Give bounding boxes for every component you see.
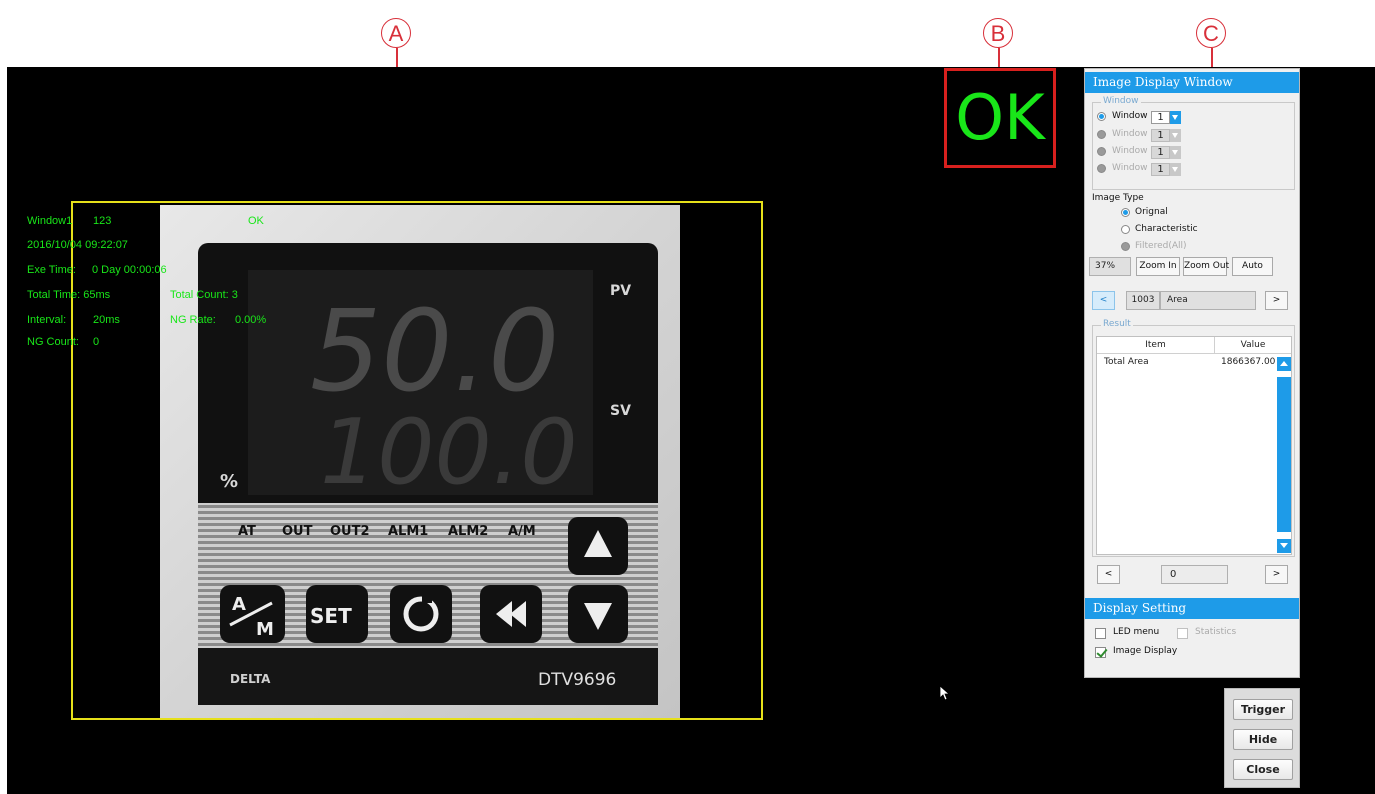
mouse-cursor-icon xyxy=(940,686,950,701)
result-header-item: Item xyxy=(1097,337,1215,354)
tool-next-button[interactable]: > xyxy=(1265,291,1288,310)
result-group-legend: Result xyxy=(1101,319,1133,329)
roi-rectangle[interactable] xyxy=(71,201,763,720)
image-type-radio-original[interactable] xyxy=(1121,208,1130,217)
stats-window-label: Window1 xyxy=(27,215,73,227)
zoom-out-button[interactable]: Zoom Out xyxy=(1183,257,1229,276)
close-button[interactable]: Close xyxy=(1233,759,1293,780)
chevron-down-icon[interactable] xyxy=(1170,146,1181,159)
stats-window-value: 123 xyxy=(93,215,112,227)
result-table: Item Value Total Area 1866367.00 xyxy=(1096,336,1292,555)
image-type-radio-characteristic[interactable] xyxy=(1121,225,1130,234)
stats-ng-count-label: NG Count: xyxy=(27,336,79,348)
window-select-1-value: 1 xyxy=(1151,111,1170,124)
image-type-characteristic-label: Characteristic xyxy=(1135,224,1198,234)
hide-button[interactable]: Hide xyxy=(1233,729,1293,750)
page-value-display: 0 xyxy=(1161,565,1228,584)
window-label-1: Window xyxy=(1112,111,1148,121)
window-select-4-value: 1 xyxy=(1151,163,1170,176)
stats-datetime: 2016/10/04 09:22:07 xyxy=(27,239,128,251)
result-scrollbar[interactable] xyxy=(1277,357,1291,553)
stats-status: OK xyxy=(248,215,264,227)
result-row-item: Total Area xyxy=(1104,357,1149,367)
image-display-panel: Image Display Window Window Window 1 Win… xyxy=(1084,68,1300,678)
page-next-button[interactable]: > xyxy=(1265,565,1288,584)
control-dialog: Trigger Hide Close xyxy=(1224,688,1300,788)
image-type-filtered-label: Filtered(All) xyxy=(1135,241,1187,251)
chevron-down-icon[interactable] xyxy=(1170,129,1181,142)
result-header-value: Value xyxy=(1215,337,1291,354)
stats-ng-rate-label: NG Rate: xyxy=(170,314,216,326)
panel-title: Image Display Window xyxy=(1085,72,1299,93)
callout-b: B xyxy=(983,18,1013,48)
stats-exe-time-label: Exe Time: xyxy=(27,264,76,276)
led-menu-checkbox[interactable] xyxy=(1095,628,1106,639)
stats-interval-label: Interval: xyxy=(27,314,67,326)
tool-id-display: 1003 xyxy=(1126,291,1160,310)
stats-total-count: Total Count: 3 xyxy=(170,289,238,301)
window-label-2: Window xyxy=(1112,129,1148,139)
image-type-label: Image Type xyxy=(1092,193,1144,203)
image-display-label: Image Display xyxy=(1113,646,1178,656)
window-radio-4[interactable] xyxy=(1097,164,1106,173)
window-select-3-value: 1 xyxy=(1151,146,1170,159)
window-label-3: Window xyxy=(1112,146,1148,156)
led-menu-label: LED menu xyxy=(1113,627,1160,637)
statistics-checkbox[interactable] xyxy=(1177,628,1188,639)
result-row[interactable]: Total Area 1866367.00 xyxy=(1097,357,1275,372)
callout-c: C xyxy=(1196,18,1226,48)
window-radio-1[interactable] xyxy=(1097,112,1106,121)
window-radio-3[interactable] xyxy=(1097,147,1106,156)
zoom-in-button[interactable]: Zoom In xyxy=(1136,257,1180,276)
stats-interval-value: 20ms xyxy=(93,314,120,326)
window-select-1[interactable]: 1 xyxy=(1151,111,1181,124)
callout-c-line xyxy=(1211,48,1213,69)
page-prev-button[interactable]: < xyxy=(1097,565,1120,584)
zoom-level-display: 37% xyxy=(1089,257,1131,276)
tool-name-display: Area xyxy=(1160,291,1256,310)
result-status-badge: OK xyxy=(944,68,1056,168)
chevron-down-icon[interactable] xyxy=(1170,111,1181,124)
scroll-up-icon[interactable] xyxy=(1277,357,1291,371)
window-radio-2[interactable] xyxy=(1097,130,1106,139)
stats-ng-rate-value: 0.00% xyxy=(235,314,267,326)
window-label-4: Window xyxy=(1112,163,1148,173)
chevron-down-icon[interactable] xyxy=(1170,163,1181,176)
window-select-4[interactable]: 1 xyxy=(1151,163,1181,176)
result-row-value: 1866367.00 xyxy=(1221,357,1275,367)
display-setting-title: Display Setting xyxy=(1085,598,1299,619)
image-type-original-label: Orignal xyxy=(1135,207,1168,217)
window-select-2-value: 1 xyxy=(1151,129,1170,142)
statistics-label: Statistics xyxy=(1195,627,1237,637)
stats-ng-count-value: 0 xyxy=(93,336,100,348)
image-display-checkbox[interactable] xyxy=(1095,647,1106,658)
window-group-legend: Window xyxy=(1101,96,1141,106)
tool-prev-button[interactable]: < xyxy=(1092,291,1115,310)
auto-zoom-button[interactable]: Auto xyxy=(1232,257,1273,276)
window-select-3[interactable]: 1 xyxy=(1151,146,1181,159)
callout-a: A xyxy=(381,18,411,48)
stats-exe-time-value: 0 Day 00:00:06 xyxy=(92,264,167,276)
scroll-thumb[interactable] xyxy=(1277,377,1291,532)
window-select-2[interactable]: 1 xyxy=(1151,129,1181,142)
trigger-button[interactable]: Trigger xyxy=(1233,699,1293,720)
scroll-down-icon[interactable] xyxy=(1277,539,1291,553)
image-type-radio-filtered[interactable] xyxy=(1121,242,1130,251)
stats-total-time: Total Time: 65ms xyxy=(27,289,111,301)
